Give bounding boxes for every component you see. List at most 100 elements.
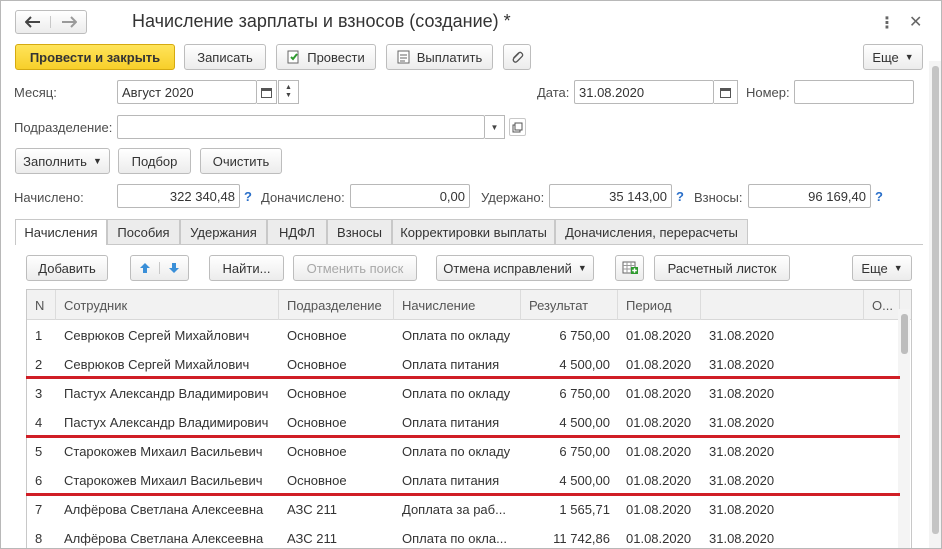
table-row[interactable]: 2 Севрюков Сергей Михайлович Основное Оплат…	[27, 350, 901, 379]
table-row[interactable]: 4 Пастух Александр Владимирович Основное Оп…	[27, 408, 901, 437]
col-employee[interactable]: Сотрудник	[56, 290, 279, 320]
payslip-button[interactable]: Расчетный листок	[654, 255, 790, 281]
cell-result: 6 750,00	[559, 328, 610, 343]
number-label: Номер:	[746, 85, 790, 100]
cell-n: 2	[35, 357, 43, 372]
table-scrollbar-thumb[interactable]	[901, 314, 908, 354]
spin-up-icon[interactable]: ▲	[285, 84, 292, 92]
add-button[interactable]: Добавить	[26, 255, 108, 281]
cancel-fixes-label: Отмена исправлений	[443, 260, 572, 276]
table-more-button[interactable]: Еще ▼	[852, 255, 912, 281]
post-and-close-button[interactable]: Провести и закрыть	[15, 44, 175, 70]
cell-employee: Пастух Александр Владимирович	[64, 386, 269, 401]
cell-n: 3	[35, 386, 43, 401]
table-icon-button[interactable]	[615, 255, 644, 281]
cancel-search-button[interactable]: Отменить поиск	[293, 255, 417, 281]
tab-recalculations[interactable]: Доначисления, перерасчеты	[555, 219, 748, 244]
department-dropdown-icon[interactable]: ▼	[485, 115, 505, 139]
cell-accrual: Оплата питания	[402, 415, 500, 430]
cell-accrual: Оплата питания	[402, 357, 500, 372]
table-header: N Сотрудник Подразделение Начисление Рез…	[27, 290, 911, 320]
contributions-help-icon[interactable]: ?	[875, 189, 883, 204]
cell-period-end: 31.08.2020	[709, 328, 775, 343]
cell-accrual: Доплата за раб...	[402, 502, 506, 517]
department-input[interactable]	[117, 115, 485, 139]
dropdown-arrow-icon: ▼	[893, 263, 903, 273]
month-input[interactable]: Август 2020	[117, 80, 257, 104]
col-accrual[interactable]: Начисление	[394, 290, 521, 320]
tab-deductions[interactable]: Удержания	[180, 219, 267, 244]
col-n[interactable]: N	[27, 290, 56, 320]
dropdown-arrow-icon: ▼	[904, 52, 914, 62]
tab-benefits[interactable]: Пособия	[107, 219, 180, 244]
contributions-label: Взносы:	[694, 190, 743, 205]
write-button[interactable]: Записать	[184, 44, 266, 70]
date-label: Дата:	[537, 85, 570, 100]
attach-button[interactable]	[503, 44, 531, 70]
find-button[interactable]: Найти...	[209, 255, 284, 281]
cell-accrual: Оплата по окладу	[402, 328, 511, 343]
clear-button[interactable]: Очистить	[200, 148, 282, 174]
cell-result: 4 500,00	[559, 415, 610, 430]
tab-contributions[interactable]: Взносы	[327, 219, 392, 244]
cell-department: Основное	[287, 386, 347, 401]
open-external-icon[interactable]	[509, 118, 526, 136]
col-other[interactable]: О...	[864, 290, 900, 320]
cell-result: 4 500,00	[559, 357, 610, 372]
move-up-icon[interactable]	[131, 262, 160, 274]
pay-button[interactable]: Выплатить	[386, 44, 493, 70]
col-department[interactable]: Подразделение	[279, 290, 394, 320]
cell-department: АЗС 211	[287, 531, 337, 546]
table-row[interactable]: 3 Пастух Александр Владимирович Основное Оп…	[27, 379, 901, 408]
tab-payment-corrections[interactable]: Корректировки выплаты	[392, 219, 555, 244]
number-input[interactable]	[794, 80, 914, 104]
col-period-end[interactable]	[701, 290, 864, 320]
post-button[interactable]: Провести	[276, 44, 376, 70]
withheld-help-icon[interactable]: ?	[676, 189, 684, 204]
cell-department: АЗС 211	[287, 502, 337, 517]
cell-accrual: Оплата по окладу	[402, 386, 511, 401]
cell-accrual: Оплата по окладу	[402, 444, 511, 459]
fill-button[interactable]: Заполнить ▼	[15, 148, 110, 174]
col-result[interactable]: Результат	[521, 290, 618, 320]
month-spinner[interactable]: ▲ ▼	[278, 80, 299, 104]
cell-accrual: Оплата питания	[402, 473, 500, 488]
table-row[interactable]: 5 Старокожев Михаил Васильевич Основное Опл…	[27, 437, 901, 466]
fill-label: Заполнить	[23, 153, 87, 169]
accrued-help-icon[interactable]: ?	[244, 189, 252, 204]
back-arrow-icon[interactable]	[16, 16, 52, 28]
window-scrollbar-thumb[interactable]	[932, 66, 939, 534]
cell-period-end: 31.08.2020	[709, 531, 775, 546]
tab-ndfl[interactable]: НДФЛ	[267, 219, 327, 244]
cell-result: 1 565,71	[559, 502, 610, 517]
nav-group	[15, 10, 87, 34]
more-vertical-icon[interactable]: ⋮	[879, 13, 895, 33]
cell-period-end: 31.08.2020	[709, 386, 775, 401]
cell-department: Основное	[287, 415, 347, 430]
table-row[interactable]: 8 Алфёрова Светлана Алексеевна АЗС 211 Опла…	[27, 524, 901, 548]
forward-arrow-icon[interactable]	[51, 16, 86, 28]
cell-period-start: 01.08.2020	[626, 357, 692, 372]
close-icon[interactable]: ✕	[909, 12, 922, 32]
calendar-icon[interactable]	[257, 80, 277, 104]
date-input[interactable]: 31.08.2020	[574, 80, 714, 104]
withheld-value: 35 143,00	[549, 184, 672, 208]
cell-accrual: Оплата по окла...	[402, 531, 507, 546]
cancel-fixes-button[interactable]: Отмена исправлений ▼	[436, 255, 594, 281]
col-period[interactable]: Период	[618, 290, 701, 320]
tab-accruals[interactable]: Начисления	[15, 219, 107, 245]
cell-department: Основное	[287, 473, 347, 488]
spin-down-icon[interactable]: ▼	[285, 92, 292, 100]
table-row[interactable]: 6 Старокожев Михаил Васильевич Основное Опл…	[27, 466, 901, 495]
more-button[interactable]: Еще ▼	[863, 44, 923, 70]
group-separator-line	[26, 493, 900, 496]
cell-period-start: 01.08.2020	[626, 473, 692, 488]
table-row[interactable]: 7 Алфёрова Светлана Алексеевна АЗС 211 Допл…	[27, 495, 901, 524]
date-calendar-icon[interactable]	[714, 80, 738, 104]
move-down-icon[interactable]	[160, 262, 188, 274]
cell-period-start: 01.08.2020	[626, 531, 692, 546]
select-button[interactable]: Подбор	[118, 148, 191, 174]
contributions-value: 96 169,40	[748, 184, 871, 208]
table-row[interactable]: 1 Севрюков Сергей Михайлович Основное Оплат…	[27, 321, 901, 350]
cell-period-end: 31.08.2020	[709, 502, 775, 517]
